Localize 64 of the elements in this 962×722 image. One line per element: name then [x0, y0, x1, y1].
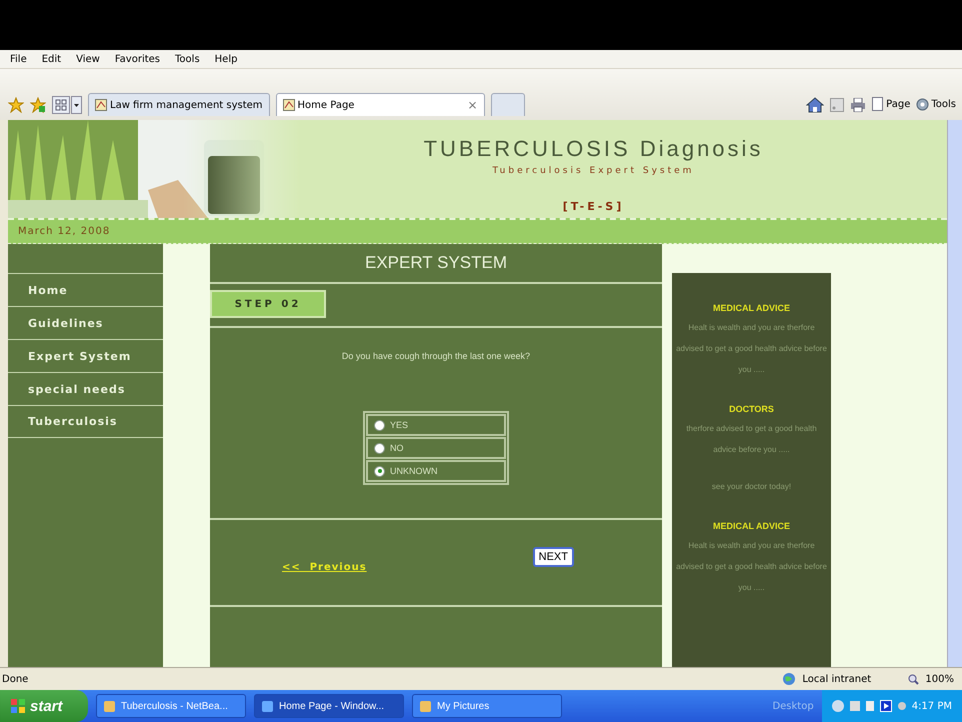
advice-heading: MEDICAL ADVICE — [712, 521, 790, 531]
globe-icon — [782, 672, 796, 686]
browser-tab[interactable]: Law firm management system — [88, 93, 270, 116]
tab-close-button[interactable]: × — [467, 98, 478, 112]
site-title: TUBERCULOSIS Diagnosis — [424, 136, 764, 162]
option-label: UNKNOWN — [390, 466, 438, 476]
option-row[interactable]: UNKNOWN — [366, 460, 506, 482]
option-label: YES — [390, 420, 408, 430]
nav-link[interactable]: Home — [8, 273, 163, 306]
question-text: Do you have cough through the last one week? — [342, 351, 530, 361]
zoom-level[interactable]: 100% — [925, 674, 954, 684]
step-label: STEP 02 — [210, 290, 326, 318]
page-menu[interactable]: Page — [872, 97, 910, 111]
advice-heading: MEDICAL ADVICE — [712, 303, 790, 313]
site-code: [T-E-S] — [562, 200, 624, 213]
zone-text: Local intranet — [802, 674, 872, 684]
next-button[interactable]: NEXT — [532, 546, 574, 566]
browser-tab[interactable]: Home Page × — [276, 93, 485, 116]
app-icon — [261, 700, 274, 712]
advice-text: see your doctor today! — [710, 481, 792, 493]
advice-text: Healt is wealth and you are therfore advised to get a good health advice before you ..... — [675, 540, 828, 594]
document-icon — [872, 97, 884, 111]
quick-tabs-icon[interactable] — [52, 94, 82, 116]
advice-heading: DOCTORS — [729, 404, 774, 414]
zoom-icon — [908, 674, 920, 684]
radio-button[interactable] — [374, 420, 385, 430]
radio-button[interactable] — [374, 442, 385, 454]
windows-logo-icon — [10, 698, 26, 714]
nav-link[interactable]: special needs — [8, 372, 163, 405]
panel-title: EXPERT SYSTEM — [210, 244, 662, 284]
app-icon — [103, 700, 116, 712]
option-label: NO — [390, 443, 404, 453]
desktop-toolbar[interactable]: Desktop — [772, 700, 814, 712]
new-tab[interactable] — [490, 93, 525, 116]
nav-link[interactable]: Expert System — [8, 339, 163, 372]
taskbar-button[interactable]: My Pictures — [412, 694, 562, 718]
option-row[interactable]: YES — [366, 414, 506, 436]
page-icon — [95, 99, 107, 111]
start-button[interactable]: start — [0, 690, 88, 722]
option-row[interactable]: NO — [366, 437, 506, 459]
menu-item[interactable]: Help — [214, 54, 238, 64]
status-text: Done — [2, 674, 28, 684]
menu-item[interactable]: File — [10, 54, 27, 64]
advice-text: therfore advised to get a good health advice before you ..... — [685, 423, 818, 456]
menu-item[interactable]: Tools — [175, 54, 200, 64]
app-icon — [419, 700, 432, 712]
menu-item[interactable]: Edit — [42, 54, 62, 64]
taskbar-button[interactable]: Tuberculosis - NetBea... — [96, 694, 246, 718]
menu-item[interactable]: Favorites — [114, 54, 160, 64]
site-subtitle: Tuberculosis Expert System — [492, 166, 694, 176]
gear-icon — [916, 98, 930, 111]
nav-link[interactable]: Guidelines — [8, 306, 163, 339]
advice-text: Healt is wealth and you are therfore advised to get a good health advice before you ..... — [675, 322, 828, 376]
radio-button[interactable] — [374, 466, 385, 476]
date-text: March 12, 2008 — [18, 226, 110, 237]
play-icon[interactable] — [880, 700, 892, 712]
menu-item[interactable]: View — [76, 54, 100, 64]
clock-text: 4:17 PM — [912, 700, 952, 712]
page-icon — [282, 99, 295, 111]
taskbar-button[interactable]: Home Page - Window... — [254, 694, 404, 718]
tools-menu[interactable]: Tools — [916, 98, 956, 111]
previous-link[interactable]: << Previous — [282, 562, 367, 573]
nav-link[interactable]: Tuberculosis — [8, 405, 163, 438]
scrollbar[interactable] — [947, 120, 962, 667]
